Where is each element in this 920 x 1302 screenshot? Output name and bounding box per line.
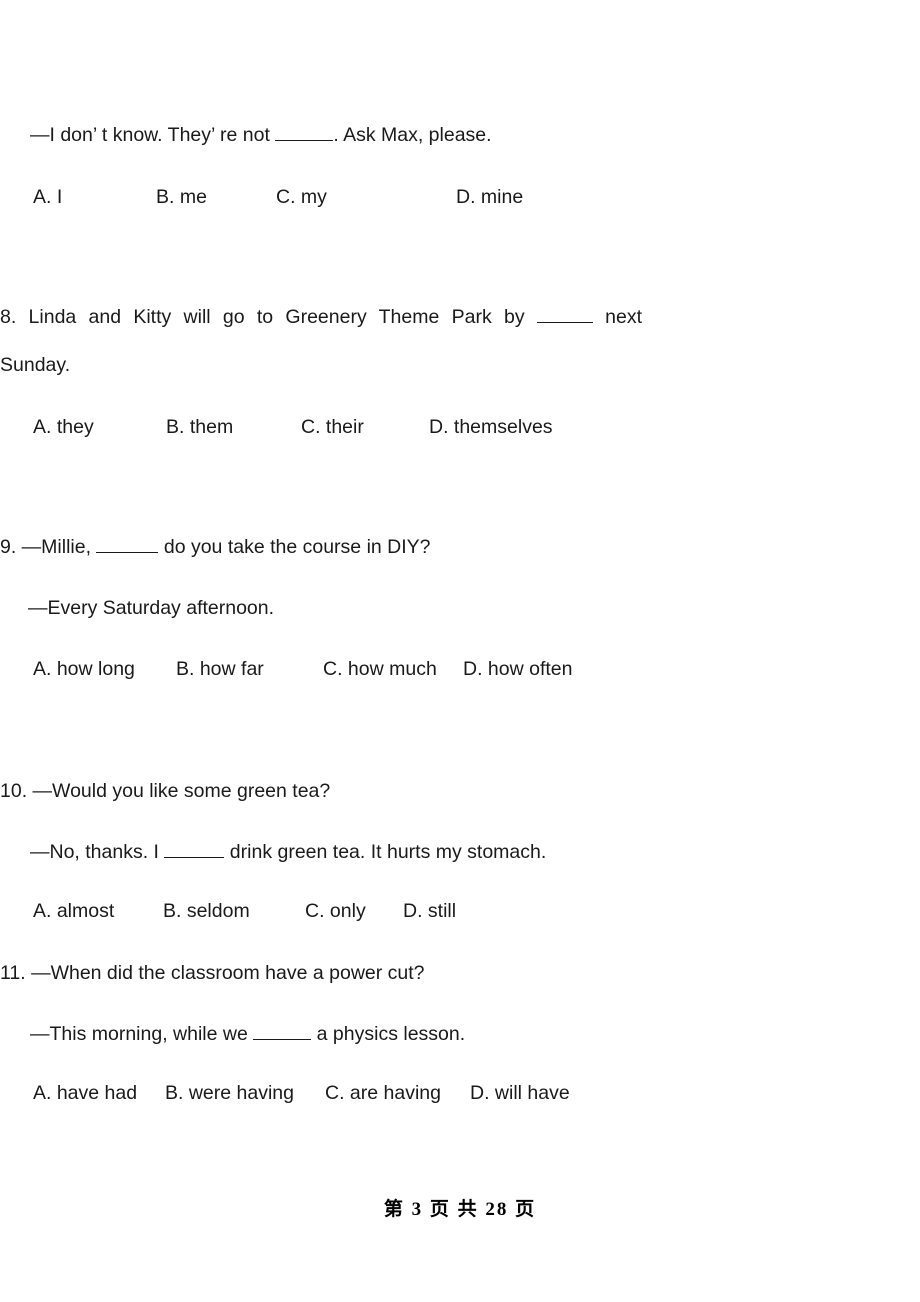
q7-stem-text: —I don’ t know. They’ re not (30, 124, 276, 146)
q7-stem-tail: . Ask Max, please. (333, 124, 492, 146)
question-10-options: A. almost B. seldom C. only D. still (0, 898, 642, 924)
q10-blank (164, 857, 225, 858)
q7-option-c[interactable]: C. my (276, 184, 327, 210)
q8-blank (536, 322, 593, 323)
q9-option-d[interactable]: D. how often (463, 656, 572, 682)
q11-option-b[interactable]: B. were having (165, 1080, 294, 1106)
q10-option-d[interactable]: D. still (403, 898, 456, 924)
question-7-options: A. I B. me C. my D. mine (0, 184, 642, 210)
q9-stem-text: 9. —Millie, (0, 536, 97, 558)
q10-stem-line-1: 10. —Would you like some green tea? (0, 780, 331, 802)
question-8-options: A. they B. them C. their D. themselves (0, 414, 642, 440)
q7-stem-line: —I don’ t know. They’ re not . Ask Max, … (0, 122, 642, 148)
q11-option-a[interactable]: A. have had (33, 1080, 137, 1106)
q10-stem-tail: drink green tea. It hurts my stomach. (224, 841, 547, 863)
question-11-options: A. have had B. were having C. are having… (0, 1080, 642, 1106)
q9-option-c[interactable]: C. how much (323, 656, 437, 682)
q8-option-a[interactable]: A. they (33, 414, 94, 440)
q11-stem-line-2: —This morning, while we a physics lesson… (0, 1021, 642, 1047)
q9-option-b[interactable]: B. how far (176, 656, 264, 682)
question-8: 8. Linda and Kitty will go to Greenery T… (0, 304, 642, 378)
q11-option-d[interactable]: D. will have (470, 1080, 570, 1106)
q8-stem-tail: next (592, 306, 642, 328)
q10-option-c[interactable]: C. only (305, 898, 366, 924)
q8-option-d[interactable]: D. themselves (429, 414, 553, 440)
q7-option-b[interactable]: B. me (156, 184, 207, 210)
q10-option-a[interactable]: A. almost (33, 898, 114, 924)
question-11: 11. —When did the classroom have a power… (0, 960, 642, 1047)
q11-stem-tail: a physics lesson. (311, 1023, 466, 1045)
q10-stem-line-2: —No, thanks. I drink green tea. It hurts… (0, 839, 642, 865)
exam-page: —I don’ t know. They’ re not . Ask Max, … (0, 0, 920, 1302)
question-9-options: A. how long B. how far C. how much D. ho… (0, 656, 642, 682)
q10-stem-head: —No, thanks. I (30, 841, 165, 863)
q9-stem-tail: do you take the course in DIY? (158, 536, 431, 558)
q11-stem-head: —This morning, while we (30, 1023, 254, 1045)
page-footer: 第 3 页 共 28 页 (383, 1199, 537, 1220)
q8-option-c[interactable]: C. their (301, 414, 364, 440)
q10-option-b[interactable]: B. seldom (163, 898, 250, 924)
q9-stem-line-2: —Every Saturday afternoon. (28, 597, 275, 619)
q8-stem-line-1: 8. Linda and Kitty will go to Greenery T… (0, 304, 642, 330)
q11-stem-line-1: 11. —When did the classroom have a power… (0, 962, 425, 984)
question-7-continuation: —I don’ t know. They’ re not . Ask Max, … (0, 122, 642, 148)
q7-option-a[interactable]: A. I (33, 184, 62, 210)
q9-option-a[interactable]: A. how long (33, 656, 135, 682)
q7-option-d[interactable]: D. mine (456, 184, 523, 210)
question-9: 9. —Millie, do you take the course in DI… (0, 534, 642, 621)
q8-option-b[interactable]: B. them (166, 414, 233, 440)
q9-blank (96, 552, 159, 553)
q11-blank (253, 1039, 312, 1040)
q8-stem-line-2: Sunday. (0, 354, 71, 376)
q11-option-c[interactable]: C. are having (325, 1080, 441, 1106)
q8-stem-text: 8. Linda and Kitty will go to Greenery T… (0, 306, 537, 328)
q7-blank (275, 140, 334, 141)
question-10: 10. —Would you like some green tea? —No,… (0, 778, 642, 865)
q9-stem-line-1: 9. —Millie, do you take the course in DI… (0, 534, 642, 560)
